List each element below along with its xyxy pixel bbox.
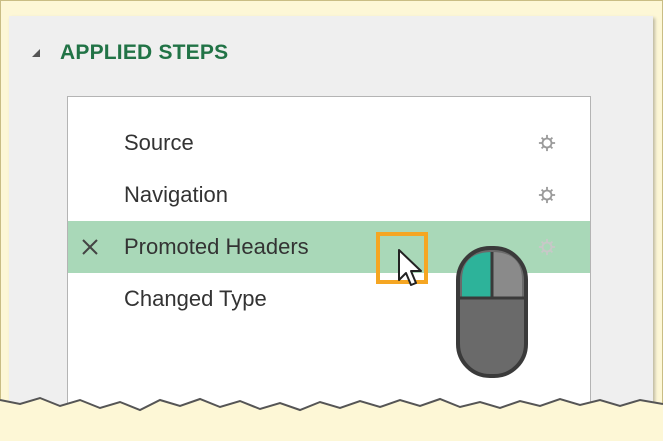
close-x-icon[interactable] (80, 237, 100, 257)
section-title: APPLIED STEPS (60, 41, 229, 64)
gear-icon[interactable] (538, 186, 556, 204)
mouse-pointer-icon (398, 249, 422, 286)
gear-icon[interactable] (538, 238, 556, 256)
step-label: Source (124, 130, 194, 155)
step-label: Navigation (124, 182, 228, 207)
gear-icon[interactable] (538, 134, 556, 152)
collapse-triangle-icon[interactable] (30, 46, 44, 60)
step-row-source[interactable]: Source (68, 117, 590, 169)
mouse-left-click-icon (456, 246, 528, 378)
torn-edge-decoration (0, 396, 663, 441)
step-label: Promoted Headers (124, 234, 309, 259)
applied-steps-header[interactable]: APPLIED STEPS (30, 41, 228, 65)
step-label: Changed Type (124, 286, 267, 311)
step-row-navigation[interactable]: Navigation (68, 169, 590, 221)
